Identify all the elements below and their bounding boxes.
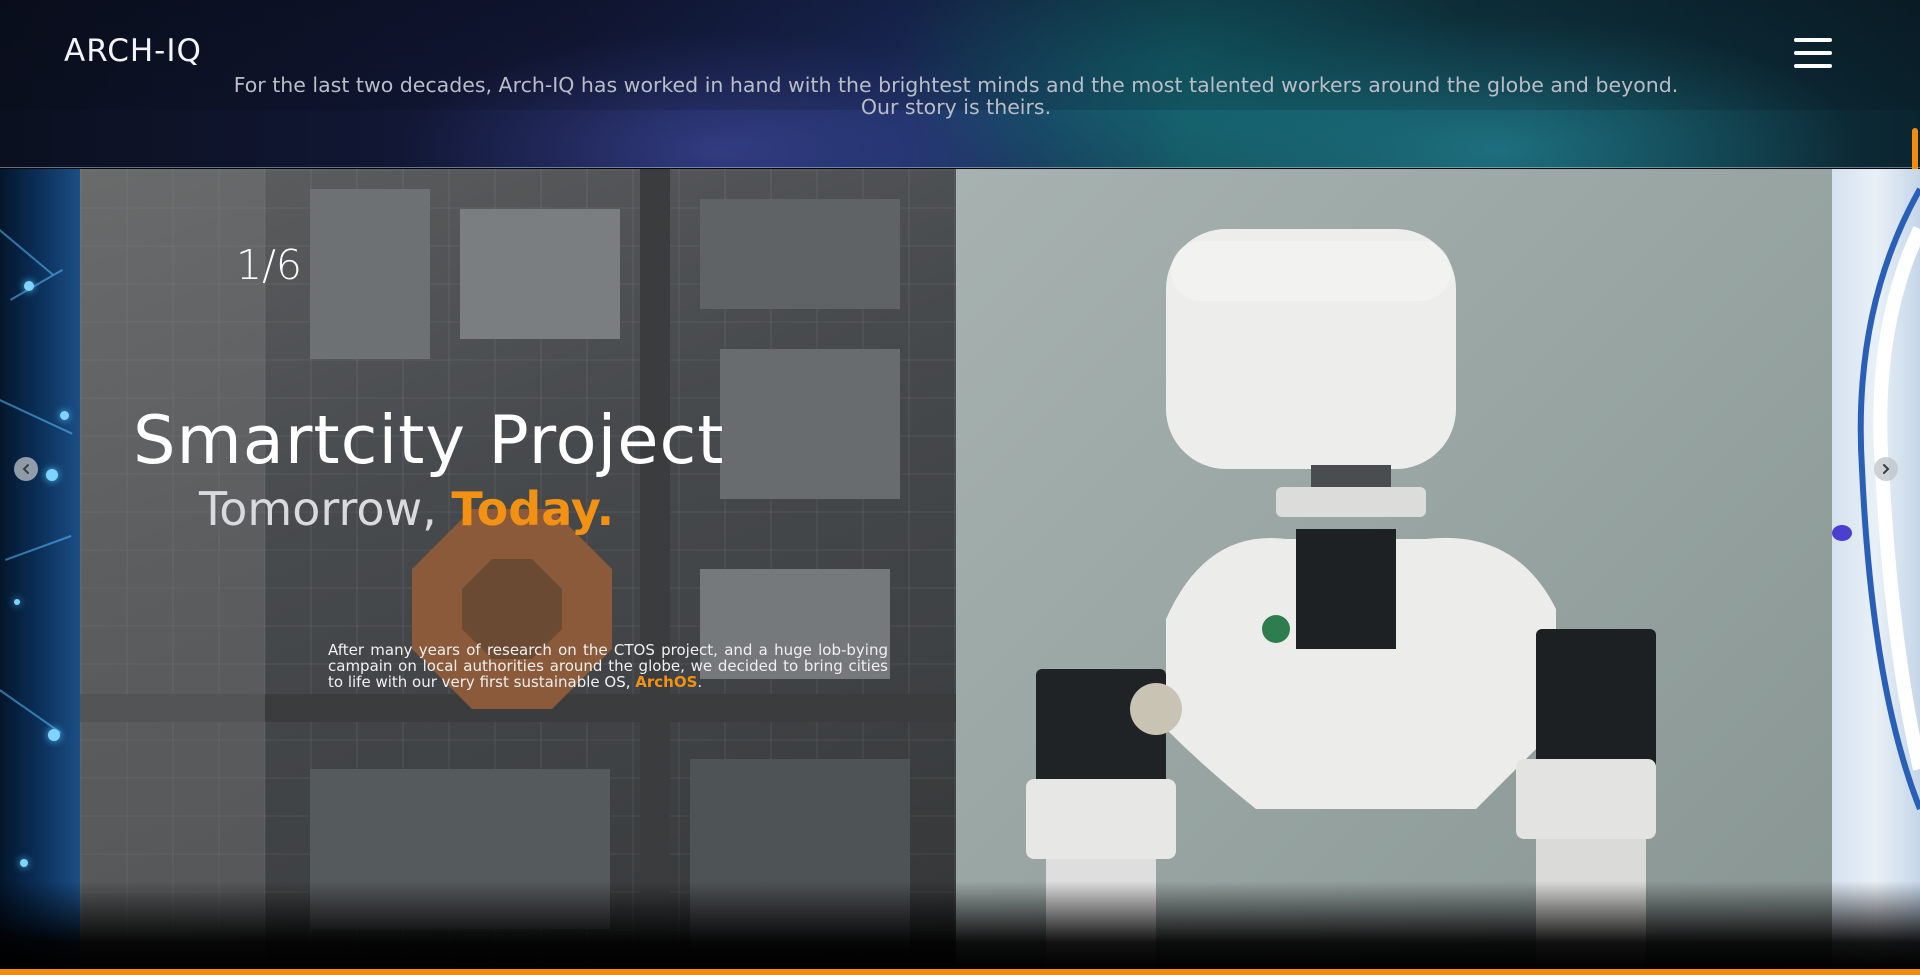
network-node [46, 469, 58, 481]
next-slide-peek[interactable] [1832, 169, 1920, 969]
chevron-left-icon [22, 464, 29, 474]
slide-description: After many years of research on the CTOS… [328, 642, 888, 690]
archos-highlight: ArchOS [635, 673, 698, 691]
hamburger-menu-icon[interactable] [1794, 36, 1832, 72]
network-node [60, 411, 69, 420]
accent-bottom-bar [0, 969, 1920, 975]
subtitle-text: Tomorrow, [199, 482, 452, 536]
chevron-right-icon [1883, 464, 1890, 474]
network-node [24, 281, 34, 291]
carousel-prev-button[interactable] [14, 457, 38, 481]
carousel-next-button[interactable] [1874, 457, 1898, 481]
network-node [48, 729, 60, 741]
network-node [14, 599, 20, 605]
active-slide-city [80, 169, 956, 969]
site-header: ARCH-IQ For the last two decades, Arch-I… [0, 0, 1920, 168]
slider-bottom-fade [0, 881, 1920, 969]
building [700, 199, 900, 309]
street [640, 169, 670, 969]
menu-line [1794, 64, 1832, 68]
robot-illustration [1026, 229, 1656, 969]
slide-counter: 1/6 [236, 241, 302, 289]
header-divider [0, 167, 1920, 168]
description-text: After many years of research on the CTOS… [328, 641, 888, 691]
building [460, 209, 620, 339]
network-line [0, 229, 54, 276]
slide-subtitle: Tomorrow, Today. [199, 482, 614, 536]
next-slide-robot[interactable] [956, 169, 1832, 969]
menu-line [1794, 38, 1832, 42]
building [720, 349, 900, 499]
network-node [20, 859, 28, 867]
previous-slide-peek[interactable] [0, 169, 80, 969]
hero-carousel: 1/6 Smartcity Project Tomorrow, Today. A… [0, 169, 1920, 969]
subtitle-accent: Today. [451, 482, 615, 536]
network-line [0, 689, 62, 734]
network-line [5, 535, 72, 561]
slide-overlay-panel [80, 169, 265, 969]
building [310, 189, 430, 359]
site-logo[interactable]: ARCH-IQ [64, 33, 202, 69]
medical-scanner-illustration [1832, 187, 1920, 811]
network-line [10, 269, 63, 301]
description-end: . [697, 673, 703, 691]
slide-title: Smartcity Project [133, 401, 725, 479]
header-tagline: For the last two decades, Arch-IQ has wo… [233, 73, 1679, 119]
menu-line [1794, 51, 1832, 55]
